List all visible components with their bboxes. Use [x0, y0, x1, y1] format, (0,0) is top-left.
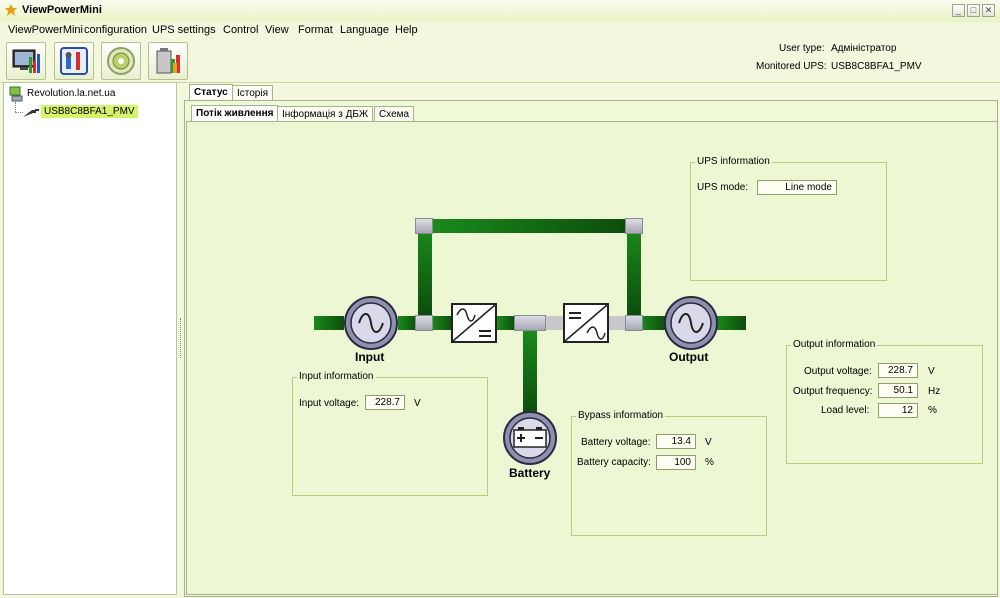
bypass-left-line — [418, 228, 432, 316]
title-bar: ViewPowerMini _ □ ✕ — [0, 0, 1000, 23]
ups-info-title: UPS information — [695, 156, 772, 167]
output-frequency-field: 50.1 — [878, 383, 918, 398]
bypass-right-line — [627, 228, 641, 316]
menu-bar: ViewPowerMini configuration UPS settings… — [0, 22, 1000, 40]
ups-mode-label: UPS mode: — [697, 182, 749, 193]
input-info-title: Input information — [297, 371, 376, 382]
menu-configuration[interactable]: configuration — [84, 24, 147, 36]
joint-input — [415, 315, 433, 331]
menu-format[interactable]: Format — [298, 24, 333, 36]
bypass-info-title: Bypass information — [576, 410, 666, 421]
output-frequency-label: Output frequency: — [793, 386, 873, 397]
battery-icon — [503, 411, 557, 465]
tree-ups-item[interactable]: USB8C8BFA1_PMV — [41, 105, 138, 118]
output-ac-icon — [664, 296, 718, 350]
dc-bus-line — [545, 316, 563, 330]
menu-control[interactable]: Control — [223, 24, 258, 36]
app-icon — [5, 4, 17, 16]
output-frequency-unit: Hz — [928, 386, 941, 397]
load-level-label: Load level: — [821, 405, 870, 416]
output-line — [716, 316, 746, 330]
inverter-out-line — [608, 316, 626, 330]
toolbar: User type: Адміністратор Monitored UPS: … — [0, 40, 1000, 83]
output-voltage-label: Output voltage: — [804, 366, 872, 377]
input-line — [314, 316, 344, 330]
menu-help[interactable]: Help — [395, 24, 418, 36]
maximize-button[interactable]: □ — [967, 4, 980, 17]
battery-voltage-unit: V — [705, 437, 712, 448]
network-icon — [9, 86, 23, 102]
joint-top-left — [415, 218, 433, 234]
user-type-value: Адміністратор — [831, 43, 897, 54]
joint-output — [625, 315, 643, 331]
output-info-title: Output information — [791, 339, 878, 350]
settings-button[interactable] — [54, 42, 94, 80]
ups-mode-field: Line mode — [757, 180, 837, 195]
user-type-label: User type: — [779, 43, 825, 54]
tab-ups-info[interactable]: Інформація з ДБЖ — [277, 106, 374, 122]
tab-schema[interactable]: Схема — [374, 106, 415, 122]
menu-language[interactable]: Language — [340, 24, 389, 36]
monitored-ups-label: Monitored UPS: — [756, 61, 827, 72]
battery-capacity-unit: % — [705, 457, 714, 468]
input-voltage-field: 228.7 — [365, 395, 405, 410]
output-voltage-field: 228.7 — [878, 363, 918, 378]
disc-button[interactable] — [101, 42, 141, 80]
tools-settings-icon — [60, 47, 88, 75]
output-voltage-unit: V — [928, 366, 935, 377]
menu-ups-settings[interactable]: UPS settings — [152, 24, 216, 36]
monitor-chart-icon — [12, 49, 40, 73]
output-label: Output — [669, 350, 709, 364]
battery-button[interactable] — [148, 42, 188, 80]
close-button[interactable]: ✕ — [982, 4, 995, 17]
monitored-ups-value: USB8C8BFA1_PMV — [831, 61, 922, 72]
battery-voltage-label: Battery voltage: — [581, 437, 651, 448]
window-title: ViewPowerMini — [22, 4, 102, 16]
battery-line — [523, 330, 537, 414]
monitor-button[interactable] — [6, 42, 46, 80]
disc-gear-icon — [107, 47, 135, 75]
joint-top-right — [625, 218, 643, 234]
tab-history[interactable]: Історія — [232, 85, 274, 101]
line-segment — [432, 316, 452, 330]
input-label: Input — [355, 350, 385, 364]
joint-battery — [514, 315, 546, 331]
battery-bars-icon — [156, 48, 180, 74]
load-level-field: 12 — [878, 403, 918, 418]
rectifier-icon — [451, 303, 497, 343]
tree-line — [15, 102, 17, 112]
inverter-icon — [563, 303, 609, 343]
ups-plug-icon — [23, 109, 39, 117]
battery-capacity-label: Battery capacity: — [577, 457, 651, 468]
input-voltage-label: Input voltage: — [299, 398, 360, 409]
splitter-grip — [180, 318, 183, 358]
device-tree: Revolution.la.net.ua USB8C8BFA1_PMV — [3, 82, 177, 595]
tree-root-label[interactable]: Revolution.la.net.ua — [27, 88, 115, 99]
rectifier-out-line — [497, 316, 515, 330]
menu-view[interactable]: View — [265, 24, 289, 36]
input-voltage-unit: V — [414, 398, 421, 409]
pre-output-line — [641, 316, 665, 330]
minimize-button[interactable]: _ — [952, 4, 965, 17]
menu-viewpowermini[interactable]: ViewPowerMini — [8, 24, 83, 36]
battery-label: Battery — [509, 466, 551, 480]
bypass-top-line — [432, 219, 626, 233]
battery-voltage-field: 13.4 — [656, 434, 696, 449]
load-level-unit: % — [928, 405, 937, 416]
battery-capacity-field: 100 — [656, 455, 696, 470]
input-ac-icon — [344, 296, 398, 350]
